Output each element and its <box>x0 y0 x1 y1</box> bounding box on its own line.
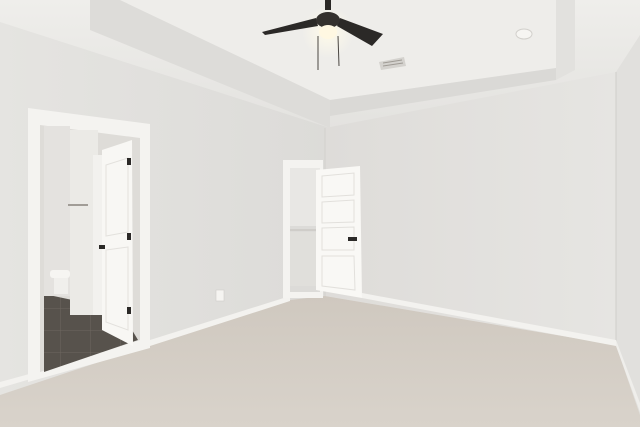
fan-light <box>319 25 337 39</box>
smoke-detector <box>515 28 533 40</box>
room-illustration <box>0 0 640 427</box>
wall-outlet <box>215 289 225 302</box>
bedroom-photo <box>0 0 640 427</box>
door-handle[interactable] <box>99 245 105 249</box>
bathroom-doorway <box>28 108 150 382</box>
door-handle[interactable] <box>348 237 357 241</box>
closet-doorway <box>283 160 362 298</box>
